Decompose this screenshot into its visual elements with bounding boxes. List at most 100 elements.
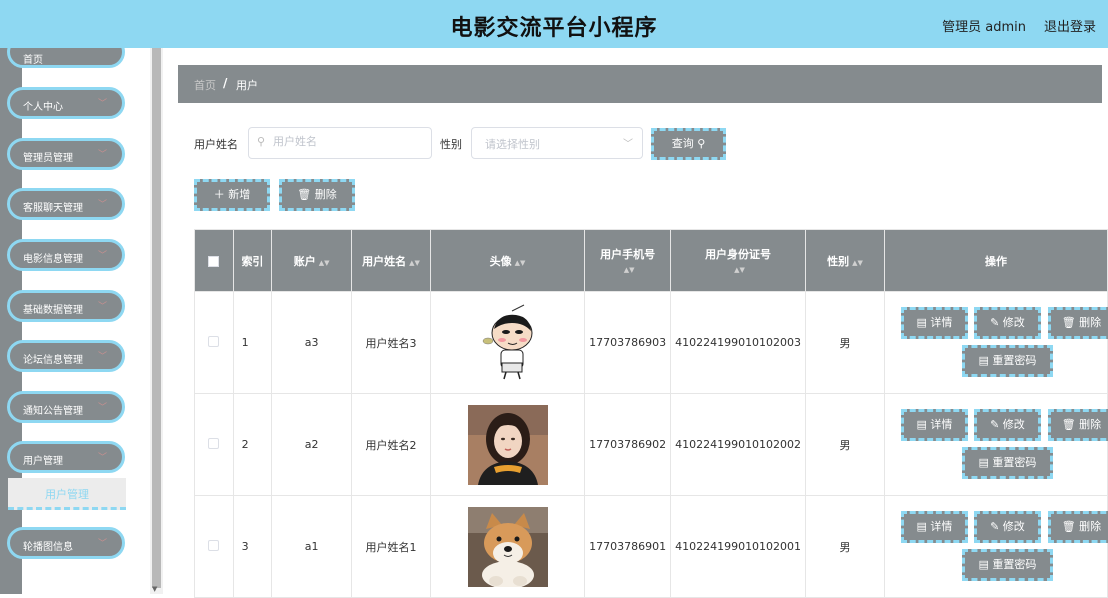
- cell-index: 1: [232, 291, 273, 394]
- reset-password-label: 重置密码: [992, 354, 1037, 367]
- avatar-dog-photo[interactable]: [467, 506, 548, 587]
- chevron-down-icon: ﹀: [623, 139, 633, 150]
- breadcrumb-home[interactable]: 首页: [194, 77, 216, 93]
- logout-link[interactable]: 退出登录: [1044, 16, 1096, 35]
- header-index-label: 索引: [241, 254, 264, 268]
- submenu-item-users[interactable]: 用户管理: [8, 478, 126, 510]
- header-idcard[interactable]: 用户身份证号 ▲▼: [670, 229, 807, 292]
- row-checkbox[interactable]: [208, 539, 220, 551]
- header-select-all[interactable]: [194, 229, 234, 292]
- cell-ops: ▤ 详情 ✎ 修改 🗑 删除 ▤ 重置密码: [883, 291, 1108, 394]
- batch-delete-button[interactable]: 🗑 删除: [279, 179, 355, 211]
- reset-password-button[interactable]: ▤ 重置密码: [961, 345, 1053, 377]
- delete-button[interactable]: 🗑 删除: [1047, 409, 1108, 441]
- name-filter-input-box[interactable]: ⚲: [248, 127, 432, 159]
- row-select-cell[interactable]: [194, 291, 234, 394]
- delete-button[interactable]: 🗑 删除: [1047, 511, 1108, 543]
- trash-icon: 🗑: [297, 188, 315, 201]
- sort-icon[interactable]: ▲▼: [515, 259, 526, 267]
- header-account-label: 账户: [293, 254, 316, 268]
- edit-button[interactable]: ✎ 修改: [973, 409, 1041, 441]
- sidebar-item-movies[interactable]: 电影信息管理 ﹀: [7, 239, 125, 271]
- detail-label: 详情: [930, 520, 953, 533]
- header-avatar-label: 头像: [489, 254, 512, 268]
- sidebar-item-label: 首页: [23, 55, 43, 66]
- header-ops: 操作: [883, 229, 1108, 292]
- cell-idcard: 410224199010102003: [670, 291, 807, 394]
- cell-phone: 17703786903: [584, 291, 672, 394]
- admin-username: 管理员 admin: [942, 20, 1026, 35]
- sidebar-item-label: 论坛信息管理: [23, 355, 83, 366]
- detail-button[interactable]: ▤ 详情: [900, 409, 968, 441]
- sidebar-item-carousel[interactable]: 轮播图信息 ﹀: [7, 527, 125, 559]
- delete-label: 删除: [1079, 418, 1102, 431]
- sort-icon[interactable]: ▲▼: [409, 259, 420, 267]
- search-button[interactable]: 查询 ⚲: [651, 128, 726, 160]
- cell-name: 用户姓名2: [351, 393, 431, 496]
- edit-button[interactable]: ✎ 修改: [973, 511, 1041, 543]
- cell-avatar: [429, 495, 586, 598]
- sort-icon[interactable]: ▲▼: [852, 259, 863, 267]
- chevron-down-icon: ﹀: [97, 99, 107, 109]
- sidebar-item-users[interactable]: 用户管理 ﹀: [7, 441, 125, 473]
- delete-button[interactable]: 🗑 删除: [1047, 307, 1108, 339]
- header-account[interactable]: 账户 ▲▼: [271, 229, 353, 292]
- sidebar-item-label: 轮播图信息: [23, 542, 73, 553]
- reset-password-button[interactable]: ▤ 重置密码: [961, 447, 1053, 479]
- sidebar-item-basedata[interactable]: 基础数据管理 ﹀: [7, 290, 125, 322]
- sort-icon[interactable]: ▲▼: [624, 266, 635, 274]
- gender-select[interactable]: 请选择性别 ﹀: [471, 127, 643, 159]
- header-gender[interactable]: 性别 ▲▼: [805, 229, 885, 292]
- avatar-cartoon-boy[interactable]: [467, 302, 548, 383]
- sidebar-item-chat[interactable]: 客服聊天管理 ﹀: [7, 188, 125, 220]
- row-checkbox[interactable]: [208, 335, 220, 347]
- chevron-up-icon: ﹀: [97, 453, 107, 463]
- cell-name: 用户姓名1: [351, 495, 431, 598]
- sidebar-item-admins[interactable]: 管理员管理 ﹀: [7, 138, 125, 170]
- sidebar-item-label: 管理员管理: [23, 153, 73, 164]
- name-filter-label: 用户姓名: [194, 138, 238, 151]
- document-icon: ▤: [978, 558, 993, 571]
- detail-button[interactable]: ▤ 详情: [900, 307, 968, 339]
- header-avatar[interactable]: 头像 ▲▼: [429, 229, 586, 292]
- sort-icon[interactable]: ▲▼: [319, 259, 330, 267]
- header-idcard-label: 用户身份证号: [705, 248, 772, 261]
- sidebar-item-label: 基础数据管理: [23, 305, 83, 316]
- search-button-label: 查询: [671, 137, 694, 150]
- reset-password-button[interactable]: ▤ 重置密码: [961, 549, 1053, 581]
- name-filter-input[interactable]: [273, 135, 423, 148]
- trash-icon: 🗑: [1061, 520, 1080, 533]
- sidebar-item-forum[interactable]: 论坛信息管理 ﹀: [7, 340, 125, 372]
- detail-button[interactable]: ▤ 详情: [900, 511, 968, 543]
- document-icon: ▤: [916, 418, 931, 431]
- chevron-down-icon: ﹀: [97, 539, 107, 549]
- chevron-down-icon: ﹀: [97, 302, 107, 312]
- row-select-cell[interactable]: [194, 393, 234, 496]
- header-phone[interactable]: 用户手机号 ▲▼: [584, 229, 672, 292]
- select-all-checkbox[interactable]: [208, 255, 220, 267]
- document-icon: ▤: [916, 520, 931, 533]
- pencil-icon: ✎: [990, 316, 1003, 329]
- sort-icon[interactable]: ▲▼: [734, 266, 745, 274]
- row-actions: ▤ 详情 ✎ 修改 🗑 删除 ▤ 重置密码: [889, 496, 1108, 597]
- cell-ops: ▤ 详情 ✎ 修改 🗑 删除 ▤ 重置密码: [883, 495, 1108, 598]
- batch-delete-label: 删除: [314, 188, 337, 201]
- sidebar-scrollbar[interactable]: ▼: [150, 48, 163, 594]
- row-checkbox[interactable]: [208, 437, 220, 449]
- reset-password-label: 重置密码: [992, 456, 1037, 469]
- sidebar-item-notices[interactable]: 通知公告管理 ﹀: [7, 391, 125, 423]
- header-ops-label: 操作: [984, 254, 1007, 268]
- pencil-icon: ✎: [990, 520, 1003, 533]
- cell-gender: 男: [805, 393, 885, 496]
- scrollbar-thumb[interactable]: [152, 48, 161, 588]
- avatar-woman-photo[interactable]: [467, 404, 548, 485]
- sidebar-item-home[interactable]: 首页: [7, 48, 125, 68]
- edit-button[interactable]: ✎ 修改: [973, 307, 1041, 339]
- sidebar-item-profile[interactable]: 个人中心 ﹀: [7, 87, 125, 119]
- scroll-down-arrow-icon[interactable]: ▼: [152, 585, 157, 593]
- header-name[interactable]: 用户姓名 ▲▼: [351, 229, 431, 292]
- breadcrumb-current: 用户: [236, 79, 258, 92]
- add-button[interactable]: ＋ 新增: [194, 179, 270, 211]
- sidebar-item-label: 客服聊天管理: [23, 203, 83, 214]
- row-select-cell[interactable]: [194, 495, 234, 598]
